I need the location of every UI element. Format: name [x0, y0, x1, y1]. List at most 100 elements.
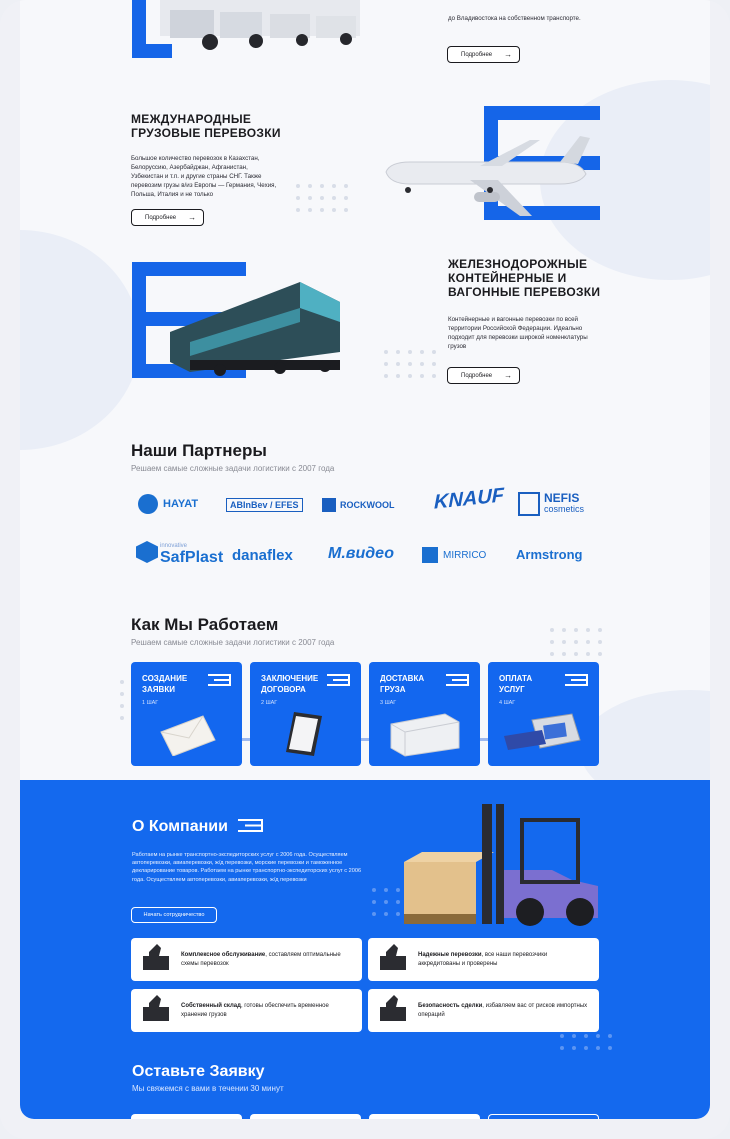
start-cooperation-button[interactable]: Начать сотрудничество [131, 907, 217, 923]
title-line: ГРУЗОВЫЕ ПЕРЕВОЗКИ [131, 126, 281, 140]
request-title: Оставьте Заявку [132, 1063, 265, 1080]
logo-text: М.видео [328, 545, 394, 562]
dots-decoration [120, 680, 124, 720]
step-card[interactable]: ДОСТАВКА ГРУЗА 3 ШАГ [369, 662, 480, 766]
request-subtitle: Мы свяжемся с вами в течении 30 минут [132, 1084, 284, 1093]
dots-decoration [296, 184, 348, 212]
button-label: Подробнее [461, 372, 493, 379]
logo-mvideo[interactable]: М.видео [328, 545, 394, 563]
brand-mark-icon [446, 674, 469, 686]
about-title: О Компании [132, 818, 264, 836]
brand-mark-icon [565, 674, 588, 686]
feature-card: Безопасность сделки, избавляем вас от ри… [368, 989, 599, 1032]
container-image [390, 713, 460, 757]
nefis-mark-icon [518, 492, 540, 516]
dots-decoration [560, 1034, 612, 1050]
step-number: 2 ШАГ [261, 700, 278, 706]
service-title: МЕЖДУНАРОДНЫЕ ГРУЗОВЫЕ ПЕРЕВОЗКИ [131, 112, 281, 140]
logo-text: ABInBev / EFES [230, 500, 299, 510]
logo-text: cosmetics [544, 504, 585, 514]
step-title: СОЗДАНИЕ ЗАЯВКИ [142, 674, 188, 694]
thumbs-up-icon [368, 989, 418, 1032]
bg-blob [20, 230, 140, 450]
airplane-image [385, 106, 600, 220]
arrow-right-icon: → [504, 370, 513, 380]
rockwool-mark-icon [322, 498, 336, 512]
thumbs-up-icon [368, 938, 418, 981]
logo-text: ROCKWOOL [340, 500, 395, 510]
submit-button[interactable] [488, 1114, 599, 1119]
step-card[interactable]: СОЗДАНИЕ ЗАЯВКИ 1 ШАГ [131, 662, 242, 766]
thumbs-up-icon [131, 938, 181, 981]
safplast-mark-icon [136, 541, 158, 563]
landing-page: до Владивостока на собственном транспорт… [20, 0, 710, 1119]
service-title: ЖЕЛЕЗНОДОРОЖНЫЕ КОНТЕЙНЕРНЫЕ И ВАГОННЫЕ … [448, 257, 600, 299]
step-title: ДОСТАВКА ГРУЗА [380, 674, 425, 694]
mirrico-mark-icon [422, 547, 438, 563]
title-line: ВАГОННЫЕ ПЕРЕВОЗКИ [448, 285, 601, 299]
step-card[interactable]: ЗАКЛЮЧЕНИЕ ДОГОВОРА 2 ШАГ [250, 662, 361, 766]
logo-text: HAYAT [163, 498, 199, 510]
feature-card: Собственный склад, готовы обеспечить вре… [131, 989, 362, 1032]
feature-text: Безопасность сделки, избавляем вас от ри… [418, 1002, 588, 1018]
logo-armstrong[interactable]: Armstrong [516, 547, 582, 562]
more-button[interactable]: Подробнее → [447, 367, 520, 384]
logo-nefis[interactable]: NEFIS cosmetics [518, 492, 584, 516]
service-text: Контейнерные и вагонные перевозки по все… [448, 316, 588, 350]
logo-text: SafPlast [160, 549, 224, 566]
service-text: Большое количество перевозок в Казахстан… [131, 155, 277, 198]
email-field[interactable] [369, 1114, 480, 1119]
more-button[interactable]: Подробнее → [447, 46, 520, 63]
about-text: Работаем на рынке транспортно-экспедитор… [132, 852, 362, 883]
title-line: КОНТЕЙНЕРНЫЕ И [448, 271, 567, 285]
hayat-mark-icon [138, 494, 158, 514]
step-number: 4 ШАГ [499, 700, 516, 706]
step-number: 1 ШАГ [142, 700, 159, 706]
truck-fleet-image [132, 0, 360, 58]
brand-mark-icon [238, 819, 264, 832]
logo-text: Armstrong [516, 547, 583, 562]
more-button[interactable]: Подробнее → [131, 209, 204, 226]
button-label: Подробнее [461, 51, 493, 58]
thumbs-up-icon [131, 989, 181, 1032]
partners-subtitle: Решаем самые сложные задачи логистики с … [131, 464, 335, 473]
logo-safplast[interactable]: innovative SafPlast [136, 540, 224, 566]
brand-mark-icon [327, 674, 350, 686]
title-line: ЖЕЛЕЗНОДОРОЖНЫЕ [448, 257, 588, 271]
dots-decoration [384, 350, 436, 378]
feature-text: Надежные перевозки, все наши перевозчики… [418, 951, 548, 967]
name-field[interactable] [131, 1114, 242, 1119]
envelope-image [160, 715, 216, 756]
brand-mark-icon [208, 674, 231, 686]
step-card[interactable]: ОПЛАТА УСЛУГ 4 ШАГ [488, 662, 599, 766]
partners-title: Наши Партнеры [131, 441, 267, 460]
forklift-image [404, 804, 598, 926]
title-line: МЕЖДУНАРОДНЫЕ [131, 112, 252, 126]
arrow-right-icon: → [188, 212, 197, 222]
logo-stack: innovative SafPlast [160, 540, 224, 566]
feature-text: Комплексное обслуживание, составляем опт… [181, 951, 341, 967]
logo-hayat[interactable]: HAYAT [138, 494, 198, 514]
train-image [132, 262, 340, 378]
logo-danaflex[interactable]: danaflex [232, 547, 293, 564]
step-title: ОПЛАТА УСЛУГ [499, 674, 533, 694]
phone-field[interactable] [250, 1114, 361, 1119]
payment-terminal-image [504, 713, 581, 750]
feature-card: Надежные перевозки, все наши перевозчики… [368, 938, 599, 981]
logo-mirrico[interactable]: MIRRICO [422, 547, 486, 563]
feature-card: Комплексное обслуживание, составляем опт… [131, 938, 362, 981]
about-section: О Компании Работаем на рынке транспортно… [20, 780, 710, 1119]
logo-text: NEFIS [544, 491, 580, 505]
logo-abinbev[interactable]: ABInBev / EFES [226, 498, 303, 512]
screenshot-frame: до Владивостока на собственном транспорт… [0, 0, 730, 1139]
logo-knauf[interactable]: KNAUF [434, 484, 504, 514]
logo-text: danaflex [232, 547, 293, 564]
step-title: ЗАКЛЮЧЕНИЕ ДОГОВОРА [261, 674, 319, 694]
clipboard-image [286, 712, 322, 756]
logo-stack: NEFIS cosmetics [544, 491, 585, 515]
feature-text: Собственный склад, готовы обеспечить вре… [181, 1002, 329, 1018]
how-subtitle: Решаем самые сложные задачи логистики с … [131, 638, 335, 647]
how-title: Как Мы Работаем [131, 615, 279, 634]
logo-text: KNAUF [434, 484, 504, 514]
logo-rockwool[interactable]: ROCKWOOL [322, 498, 395, 512]
